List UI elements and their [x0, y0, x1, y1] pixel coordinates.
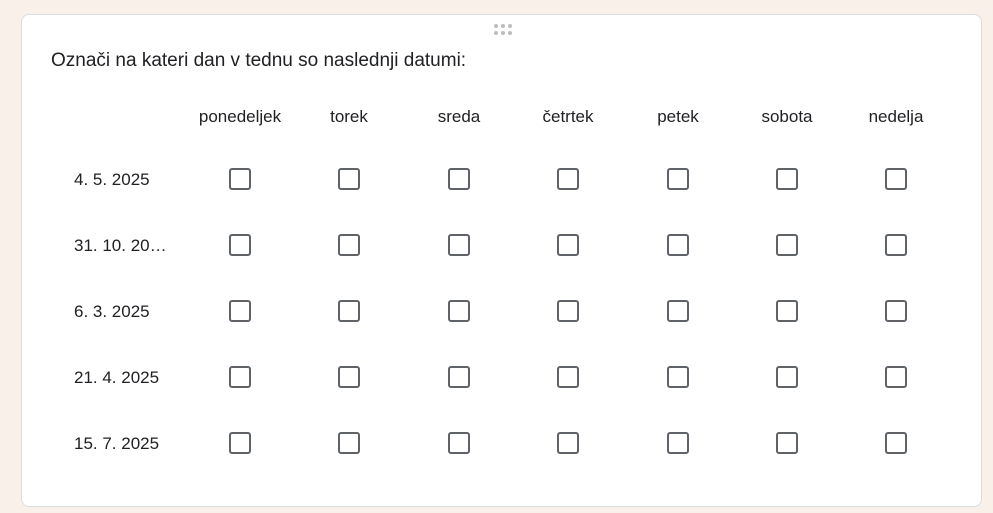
question-title: Označi na kateri dan v tednu so naslednj…	[51, 50, 467, 71]
checkbox-row-4-nedelja[interactable]	[885, 366, 907, 388]
checkbox-row-5-sobota[interactable]	[776, 432, 798, 454]
checkbox-row-4-cetrtek[interactable]	[557, 366, 579, 388]
row-label: 31. 10. 20…	[74, 236, 167, 255]
column-header-sreda: sreda	[437, 107, 481, 126]
row-label: 21. 4. 2025	[74, 368, 160, 387]
column-header-sobota: sobota	[761, 107, 813, 126]
checkbox-row-4-sreda[interactable]	[448, 366, 470, 388]
checkbox-row-2-sobota[interactable]	[776, 234, 798, 256]
checkbox-row-1-ponedeljek[interactable]	[229, 168, 251, 190]
checkbox-row-5-ponedeljek[interactable]	[229, 432, 251, 454]
row-label: 6. 3. 2025	[74, 302, 150, 321]
checkbox-row-2-sreda[interactable]	[448, 234, 470, 256]
column-header-torek: torek	[330, 107, 368, 126]
checkbox-row-5-sreda[interactable]	[448, 432, 470, 454]
checkbox-row-2-petek[interactable]	[667, 234, 689, 256]
checkbox-row-3-cetrtek[interactable]	[557, 300, 579, 322]
checkbox-row-5-cetrtek[interactable]	[557, 432, 579, 454]
checkbox-row-3-nedelja[interactable]	[885, 300, 907, 322]
column-header-ponedeljek: ponedeljek	[198, 107, 282, 126]
checkbox-row-1-sobota[interactable]	[776, 168, 798, 190]
checkbox-row-2-ponedeljek[interactable]	[229, 234, 251, 256]
checkbox-row-2-nedelja[interactable]	[885, 234, 907, 256]
column-header-petek: petek	[657, 107, 699, 126]
checkbox-row-3-petek[interactable]	[667, 300, 689, 322]
checkbox-row-5-petek[interactable]	[667, 432, 689, 454]
checkbox-row-3-sreda[interactable]	[448, 300, 470, 322]
checkbox-row-1-cetrtek[interactable]	[557, 168, 579, 190]
checkbox-row-5-nedelja[interactable]	[885, 432, 907, 454]
checkbox-row-5-torek[interactable]	[338, 432, 360, 454]
checkbox-row-1-nedelja[interactable]	[885, 168, 907, 190]
drag-handle-icon[interactable]	[492, 24, 514, 36]
checkbox-row-4-sobota[interactable]	[776, 366, 798, 388]
row-label: 15. 7. 2025	[74, 434, 160, 453]
checkbox-row-1-torek[interactable]	[338, 168, 360, 190]
checkbox-row-4-petek[interactable]	[667, 366, 689, 388]
column-header-cetrtek: četrtek	[542, 107, 594, 126]
checkbox-row-4-ponedeljek[interactable]	[229, 366, 251, 388]
checkbox-row-1-petek[interactable]	[667, 168, 689, 190]
checkbox-row-3-ponedeljek[interactable]	[229, 300, 251, 322]
column-header-nedelja: nedelja	[868, 107, 924, 126]
checkbox-row-1-sreda[interactable]	[448, 168, 470, 190]
checkbox-row-4-torek[interactable]	[338, 366, 360, 388]
row-label: 4. 5. 2025	[74, 170, 150, 189]
question-card: Označi na kateri dan v tednu so naslednj…	[21, 14, 982, 507]
checkbox-row-2-torek[interactable]	[338, 234, 360, 256]
checkbox-row-2-cetrtek[interactable]	[557, 234, 579, 256]
checkbox-row-3-sobota[interactable]	[776, 300, 798, 322]
checkbox-row-3-torek[interactable]	[338, 300, 360, 322]
